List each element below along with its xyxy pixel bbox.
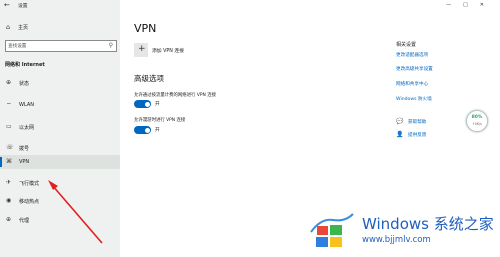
sidebar-item-label: 移动热点: [19, 199, 40, 205]
settings-sidebar: ← 设置 ⌂ 主页 ⚲ 网络和 Internet ⊕ 状态 ⌔ WLAN ▭ 以…: [0, 0, 120, 257]
feedback-label: 提供反馈: [408, 133, 427, 138]
sidebar-item-wlan[interactable]: ⌔ WLAN: [0, 98, 120, 112]
search-icon[interactable]: ⚲: [109, 42, 113, 49]
title-bar: ← 设置: [0, 0, 120, 12]
ethernet-icon: ▭: [6, 123, 12, 130]
sidebar-item-airplane-mode[interactable]: ✈ 飞行模式: [0, 176, 120, 190]
settings-search-box[interactable]: ⚲: [5, 40, 117, 52]
watermark-brand: Windows 系统之家: [362, 215, 494, 233]
sidebar-item-label: 拨号: [19, 146, 30, 152]
sidebar-item-label: 飞行模式: [19, 181, 40, 187]
vpn-icon: ⌘: [6, 158, 12, 165]
related-settings-title: 相关设置: [396, 42, 417, 48]
roaming-vpn-option-label: 允许漫游时进行 VPN 连接: [134, 118, 186, 123]
performance-badge[interactable]: 80% ↑0K/s: [466, 110, 488, 132]
hotspot-icon: ◉: [6, 197, 12, 204]
sidebar-item-ethernet[interactable]: ▭ 以太网: [0, 120, 120, 134]
network-sharing-center-link[interactable]: 网络和共享中心: [396, 81, 428, 87]
sidebar-item-proxy[interactable]: ⊕ 代理: [0, 213, 120, 227]
windows-firewall-link[interactable]: Windows 防火墙: [396, 96, 432, 102]
page-title: VPN: [134, 22, 157, 35]
section-title: 网络和 Internet: [5, 62, 45, 68]
advanced-sharing-settings-link[interactable]: 更改高级共享设置: [396, 66, 433, 72]
sidebar-item-vpn[interactable]: ⌘ VPN: [0, 155, 120, 169]
roaming-vpn-toggle-state: 开: [155, 128, 160, 133]
sidebar-item-mobile-hotspot[interactable]: ◉ 移动热点: [0, 194, 120, 208]
sidebar-item-dialup[interactable]: ☏ 拨号: [0, 141, 120, 155]
app-title: 设置: [18, 4, 28, 9]
sidebar-item-label: 状态: [19, 81, 30, 87]
window-controls: —□✕: [446, 2, 496, 8]
airplane-icon: ✈: [6, 179, 12, 186]
home-nav-item[interactable]: ⌂ 主页: [0, 22, 120, 34]
sidebar-item-label: VPN: [19, 159, 30, 165]
maximize-icon[interactable]: □: [463, 2, 480, 8]
home-label: 主页: [18, 25, 29, 31]
metered-vpn-option-label: 允许通过按流量计费的网络进行 VPN 连接: [134, 93, 216, 98]
get-help-label: 获取帮助: [408, 120, 427, 125]
search-input[interactable]: [8, 41, 104, 51]
status-icon: ⊕: [6, 79, 12, 86]
windows-logo-watermark: [310, 213, 354, 247]
metered-vpn-toggle-state: 开: [155, 102, 160, 107]
close-icon[interactable]: ✕: [480, 2, 496, 8]
metered-vpn-toggle[interactable]: [134, 100, 151, 108]
help-icon: 💬: [396, 118, 404, 125]
perf-speed: ↑0K/s: [472, 122, 482, 126]
home-icon: ⌂: [6, 23, 11, 31]
back-arrow-icon[interactable]: ←: [4, 1, 10, 9]
feedback-icon: 👤: [396, 131, 404, 138]
sidebar-item-label: 以太网: [19, 125, 35, 131]
plus-icon: +: [138, 44, 146, 54]
sidebar-item-status[interactable]: ⊕ 状态: [0, 76, 120, 90]
change-adapter-options-link[interactable]: 更改适配器选项: [396, 52, 428, 58]
minimize-icon[interactable]: —: [446, 2, 463, 8]
roaming-vpn-toggle[interactable]: [134, 126, 151, 134]
proxy-icon: ⊕: [6, 216, 12, 223]
add-vpn-button[interactable]: +: [134, 43, 148, 57]
wifi-icon: ⌔: [6, 102, 12, 109]
sidebar-item-label: 代理: [19, 218, 30, 224]
advanced-options-title: 高级选项: [134, 74, 164, 83]
watermark-url: www.bjjmlv.com: [362, 235, 431, 245]
sidebar-item-label: WLAN: [19, 102, 35, 108]
dialup-icon: ☏: [6, 144, 14, 151]
perf-percent: 80%: [471, 115, 483, 120]
add-vpn-label[interactable]: 添加 VPN 连接: [152, 47, 184, 54]
